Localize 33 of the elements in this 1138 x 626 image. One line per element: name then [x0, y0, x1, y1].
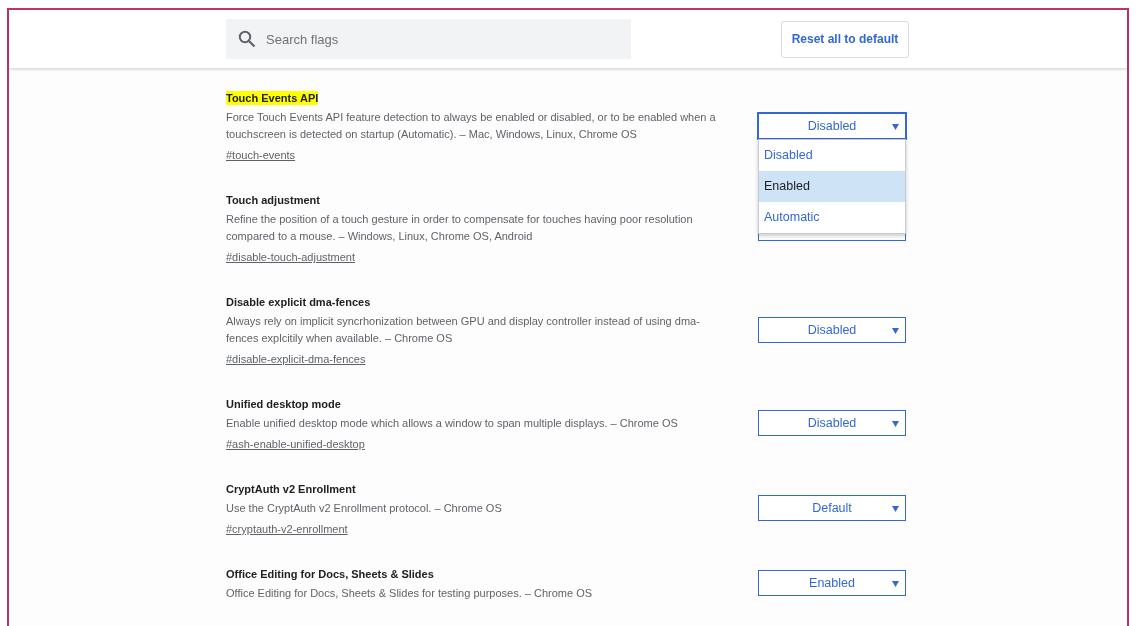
flag-title: Unified desktop mode — [226, 397, 341, 411]
flag-select[interactable]: Enabled — [758, 570, 906, 596]
flag-link[interactable]: #cryptauth-v2-enrollment — [226, 523, 348, 535]
flag-title: Disable explicit dma-fences — [226, 295, 371, 309]
caret-icon — [892, 421, 899, 427]
search-field[interactable]: Search flags — [226, 19, 631, 59]
dropdown-option[interactable]: Enabled — [759, 170, 905, 202]
caret-icon — [892, 581, 899, 587]
flag-description: Enable unified desktop mode which allows a window to span multiple displays. – Chrome OS — [226, 416, 679, 431]
flag-link[interactable]: #disable-explicit-dma-fences — [226, 353, 366, 365]
dropdown-option[interactable]: Automatic — [759, 201, 905, 233]
flag-description: Office Editing for Docs, Sheets & Slides for testing purposes. – Chrome OS — [226, 586, 594, 601]
flag-select[interactable]: Disabled — [758, 316, 906, 343]
flag-description: Refine the position of a touch gesture in order to compensate for touches having poor resolution compared to a mouse. – Windows, Linux, Chrome OS, Android — [226, 212, 694, 244]
search-icon — [238, 30, 256, 48]
flag-link[interactable]: #ash-enable-unified-desktop — [226, 438, 365, 450]
flag-select[interactable]: Disabled — [758, 410, 906, 436]
flag-link[interactable]: #touch-events — [226, 149, 296, 161]
flag-select[interactable]: Disabled — [758, 112, 906, 139]
caret-icon — [892, 506, 899, 512]
flag-title: CryptAuth v2 Enrollment — [226, 482, 356, 496]
flag-description: Use the CryptAuth v2 Enrollment protocol. – Chrome OS — [226, 501, 503, 516]
flag-title: Touch adjustment — [226, 193, 320, 207]
flag-select[interactable]: Default — [758, 495, 906, 521]
flag-link[interactable]: #disable-touch-adjustment — [226, 251, 356, 263]
flag-title: Touch Events API — [226, 91, 319, 105]
reset-button[interactable]: Reset all to default — [781, 20, 909, 58]
caret-icon — [892, 123, 899, 130]
flag-description: Force Touch Events API feature detection to always be enabled or disabled, or to be enabled when a touchscreen is detected on startup (Automatic). – Mac, Windows, Linux, Chrome OS — [226, 110, 717, 142]
flag-description: Always rely on implicit syncrhonization between GPU and display controller instead of using dma-fences explcitily when available. – Chrome OS — [226, 314, 701, 346]
flag-title: Office Editing for Docs, Sheets & Slides — [226, 567, 434, 581]
caret-icon — [892, 327, 899, 334]
dropdown-option[interactable]: Disabled — [759, 139, 905, 171]
